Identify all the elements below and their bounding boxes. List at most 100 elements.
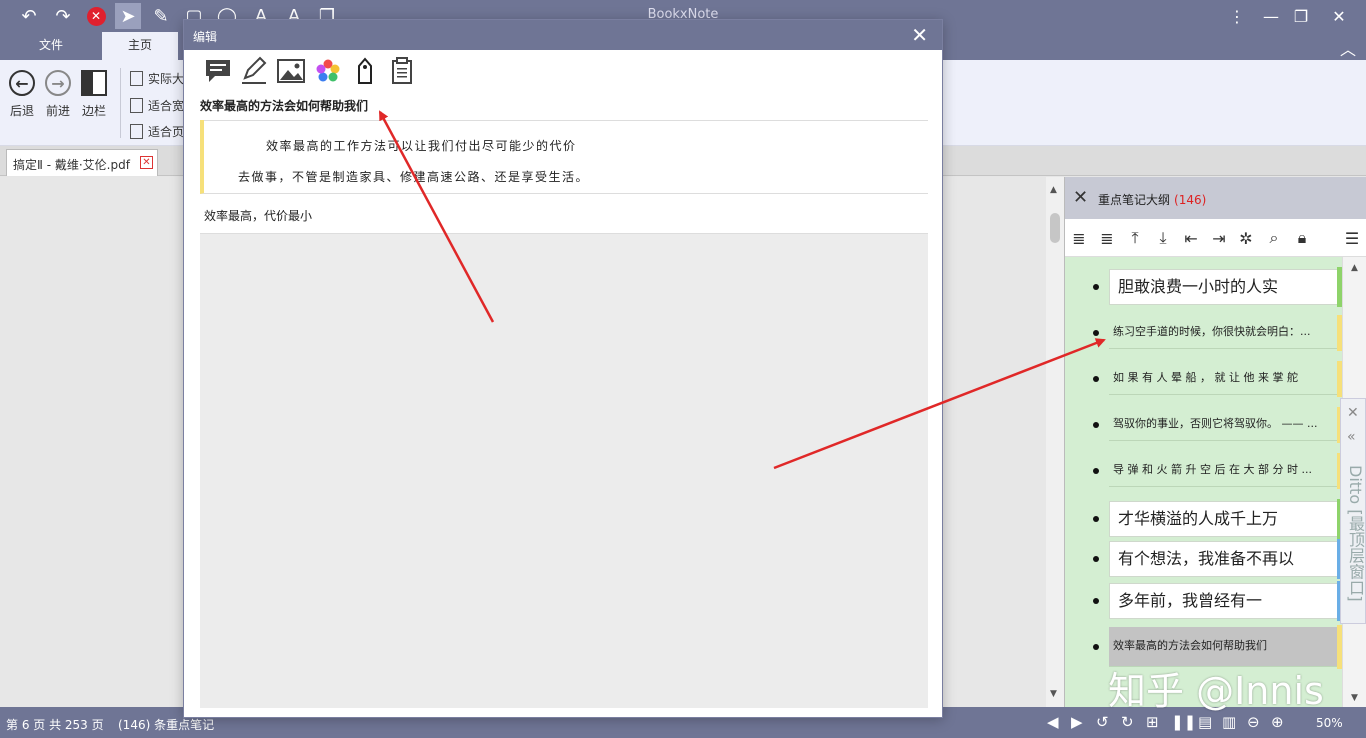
minimize-button[interactable]: — [1256,4,1286,28]
actual-size-button[interactable]: 实际大 [130,70,184,87]
tab-file[interactable]: 文件 [22,32,80,60]
outline-item-text: 驾驭你的事业，否则它将驾驭你。 —— ... [1109,409,1339,441]
move-down-icon[interactable]: ⤓ [1152,227,1174,249]
grid-view-icon[interactable]: ⊞ [1146,713,1159,731]
bullet-dot [1093,376,1099,382]
outline-item-text: 如 果 有 人 晕 船 ， 就 让 他 来 掌 舵 [1109,363,1339,395]
outline-item-text: 才华横溢的人成千上万 [1109,501,1339,537]
outline-scroll-down-icon[interactable]: ▼ [1351,693,1358,703]
scroll-thumb[interactable] [1050,213,1060,243]
outline-item[interactable]: 胆敢浪费一小时的人实 [1065,267,1355,307]
bullet-dot [1093,284,1099,290]
outline-title-wrap: 重点笔记大纲 (146) [1098,191,1206,208]
quote-line-1: 效率最高的工作方法可以让我们付出尽可能少的代价 [266,139,577,153]
outline-toolbar: ≣ ≣ ⤒ ⤓ ⇤ ⇥ ✲ ⌕ 🔒︎ ☰ [1065,219,1366,257]
outline-scroll-up-icon[interactable]: ▲ [1351,263,1358,273]
zoom-in-icon[interactable]: ⊕ [1271,713,1284,731]
outline-item-text: 有个想法，我准备不再以 [1109,541,1339,577]
outline-panel: ✕ 重点笔记大纲 (146) ≣ ≣ ⤒ ⤓ ⇤ ⇥ ✲ ⌕ 🔒︎ ☰ 胆敢浪费一… [1064,177,1366,707]
fit-page-label: 适合页 [148,125,185,139]
outline-item[interactable]: 多年前，我曾经有一 [1065,581,1355,621]
move-up-icon[interactable]: ⤒ [1124,227,1146,249]
zoom-level: 50% [1316,716,1343,730]
dialog-title: 编辑 [193,30,218,44]
add-sibling-icon[interactable]: ≣ [1068,227,1090,249]
bullet-dot [1093,644,1099,650]
rotate-right-icon[interactable]: ↻ [1121,713,1134,731]
document-tab[interactable]: 搞定Ⅱ - 戴维·艾伦.pdf ✕ [6,149,158,176]
scroll-mode-icon[interactable]: ▤ [1198,713,1212,731]
viewer-scrollbar[interactable]: ▲ ▼ [1046,177,1064,707]
bullet-dot [1093,598,1099,604]
outline-item-text: 练习空手道的时候，你很快就会明白：... [1109,317,1339,349]
ditto-side-tab[interactable]: ✕ « Ditto [最顶层窗口] [1340,398,1366,624]
outline-item-text: 多年前，我曾经有一 [1109,583,1339,619]
color-palette-icon[interactable] [313,56,343,86]
outdent-icon[interactable]: ⇤ [1180,227,1202,249]
more-menu-icon[interactable]: ⋮ [1222,4,1252,28]
outline-item[interactable]: 驾驭你的事业，否则它将驾驭你。 —— ... [1065,407,1355,443]
rotate-left-icon[interactable]: ↺ [1096,713,1109,731]
prev-page-icon[interactable]: ◀ [1047,713,1059,731]
note-editor-area[interactable] [200,234,928,708]
ditto-expand-icon[interactable]: « [1347,429,1356,445]
ditto-label: Ditto [最顶层窗口] [1346,465,1365,602]
edit-pen-icon[interactable] [239,56,269,86]
dialog-close-button[interactable]: ✕ [911,23,928,47]
indent-icon[interactable]: ⇥ [1208,227,1230,249]
outline-item[interactable]: 导 弹 和 火 箭 升 空 后 在 大 部 分 时 ... [1065,453,1355,489]
comment-icon[interactable] [203,56,233,86]
fit-page-button[interactable]: 适合页 [130,123,184,140]
forward-label: 前进 [45,104,70,118]
outline-item[interactable]: 练习空手道的时候，你很快就会明白：... [1065,315,1355,351]
back-button[interactable]: ← 后退 [5,70,39,119]
outline-item[interactable]: 有个想法，我准备不再以 [1065,539,1355,579]
forward-arrow-icon: → [45,70,71,96]
outline-title: 重点笔记大纲 [1098,193,1171,207]
outline-item-text: 胆敢浪费一小时的人实 [1109,269,1339,305]
image-icon[interactable] [276,56,306,86]
close-window-button[interactable]: ✕ [1324,4,1354,28]
scroll-down-icon[interactable]: ▼ [1050,689,1057,699]
add-child-icon[interactable]: ≣ [1096,227,1118,249]
maximize-button[interactable]: ❐ [1286,4,1316,28]
quoted-excerpt[interactable]: 效率最高的工作方法可以让我们付出尽可能少的代价 去做事，不管是制造家具、修建高速… [200,120,928,194]
scroll-up-icon[interactable]: ▲ [1050,185,1057,195]
note-text[interactable]: 效率最高，代价最小 [200,195,928,234]
sidebar-icon [81,70,107,96]
note-title[interactable]: 效率最高的方法会如何帮助我们 [200,97,928,121]
collapse-ribbon-icon[interactable]: ︿ [1340,36,1356,60]
tab-home[interactable]: 主页 [102,32,178,60]
outline-item[interactable]: 才华横溢的人成千上万 [1065,499,1355,539]
single-page-icon[interactable]: ▥ [1222,713,1236,731]
outline-menu-icon[interactable]: ☰ [1341,227,1363,249]
zoom-out-icon[interactable]: ⊖ [1247,713,1260,731]
tag-icon[interactable] [350,56,380,86]
quote-line-2: 去做事，不管是制造家具、修建高速公路、还是享受生活。 [238,170,590,184]
outline-item[interactable]: 如 果 有 人 晕 船 ， 就 让 他 来 掌 舵 [1065,361,1355,397]
fit-width-button[interactable]: 适合宽 [130,97,184,114]
bullet-dot [1093,330,1099,336]
lock-icon[interactable]: 🔒︎ [1291,227,1313,249]
close-outline-icon[interactable]: ✕ [1073,187,1088,208]
next-page-icon[interactable]: ▶ [1071,713,1083,731]
watermark: 知乎 @Innis [1108,669,1324,713]
two-page-icon[interactable]: ❚❚ [1171,713,1196,731]
edit-dialog: 编辑 ✕ 效率最高的方法会如何帮助我们 效率最高的工作方法可以让我们付出尽可能少… [183,19,943,718]
clipboard-icon[interactable] [387,56,417,86]
page-info: 第 6 页 共 253 页 [6,718,104,732]
dialog-header: 编辑 ✕ [184,20,942,50]
collapse-icon[interactable]: ✲ [1235,227,1257,249]
close-tab-icon[interactable]: ✕ [140,156,153,169]
ditto-close-icon[interactable]: ✕ [1347,405,1359,421]
search-icon[interactable]: ⌕ [1263,227,1285,249]
actual-size-icon [130,71,143,86]
bullet-dot [1093,468,1099,474]
document-tab-label: 搞定Ⅱ - 戴维·艾伦.pdf [13,158,130,172]
back-arrow-icon: ← [9,70,35,96]
actual-size-label: 实际大 [148,72,185,86]
sidebar-button[interactable]: 边栏 [77,70,111,119]
forward-button[interactable]: → 前进 [41,70,75,119]
outline-list: 胆敢浪费一小时的人实练习空手道的时候，你很快就会明白：... 如 果 有 人 晕 … [1065,257,1366,707]
fit-width-icon [130,98,143,113]
